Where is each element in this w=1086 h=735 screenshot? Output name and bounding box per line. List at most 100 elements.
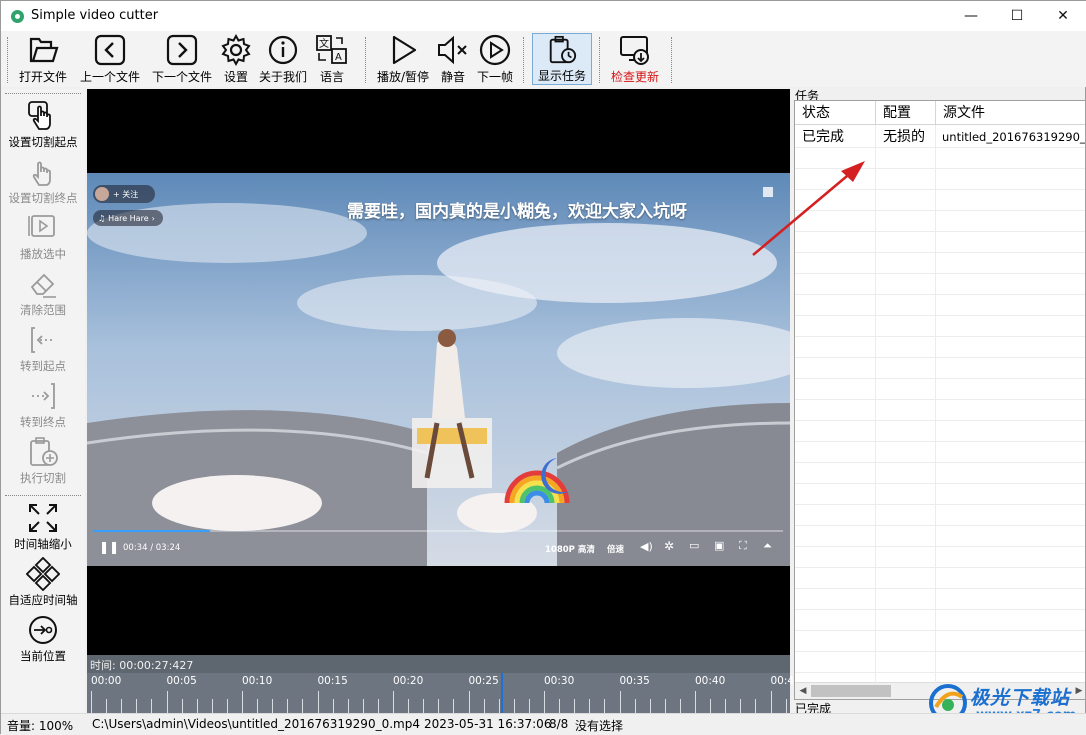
column-header-config[interactable]: 配置: [876, 101, 936, 125]
clear-range-button[interactable]: 清除范围: [1, 267, 85, 323]
toolbar-separator: [523, 37, 524, 83]
timeline-tick: [634, 699, 636, 713]
timeline-tick-label: 00:15: [317, 675, 348, 687]
next-frame-button[interactable]: 下一帧: [475, 33, 515, 85]
minimize-button[interactable]: —: [948, 1, 994, 31]
show-tasks-button[interactable]: 显示任务: [532, 33, 592, 85]
volume-value: 100%: [38, 719, 74, 733]
about-button[interactable]: 关于我们: [257, 33, 309, 85]
file-path: C:\Users\admin\Videos\untitled_201676319…: [92, 717, 420, 731]
embedded-time: 00:34 / 03:24: [123, 543, 181, 553]
timeline-tick: [468, 691, 470, 713]
mute-button[interactable]: 静音: [435, 33, 471, 85]
follow-pill[interactable]: + 关注: [93, 185, 155, 203]
video-subtitle: 需要哇，国内真的是小糊兔，欢迎大家入坑呀: [347, 202, 687, 222]
pause-icon: ❚❚: [99, 540, 120, 554]
timeline-tick: [242, 691, 243, 713]
timeline-tick-label: 00:00: [91, 675, 122, 687]
set-end-button[interactable]: 设置切割终点: [1, 155, 85, 211]
task-status-cell[interactable]: 已完成: [795, 126, 876, 148]
grid-line: [795, 609, 1085, 610]
scroll-left-icon[interactable]: ◀: [795, 683, 811, 699]
timeline-tick: [181, 699, 183, 713]
timeline-zoom-out-button[interactable]: 时间轴缩小: [1, 501, 85, 557]
fit-timeline-button[interactable]: 自适应时间轴: [1, 557, 85, 613]
timeline-tick: [725, 699, 727, 713]
prev-file-label: 上一个文件: [79, 70, 140, 84]
play-pause-button[interactable]: 播放/暂停: [373, 33, 433, 85]
timeline-tick: [544, 691, 545, 713]
quality-label: 1080P 高清: [545, 545, 595, 555]
current-position-button[interactable]: 当前位置: [1, 613, 85, 669]
column-header-status[interactable]: 状态: [795, 101, 876, 125]
timeline-tick-label: 00:35: [619, 675, 650, 687]
settings-button[interactable]: 设置: [218, 33, 254, 85]
timeline-tick-label: 00:20: [393, 675, 424, 687]
timeline-playhead[interactable]: [501, 673, 503, 713]
check-update-button[interactable]: 检查更新: [606, 33, 664, 85]
goto-end-button[interactable]: 转到终点: [1, 379, 85, 435]
next-file-button[interactable]: 下一个文件: [149, 33, 215, 85]
play-icon: [392, 35, 417, 65]
scrollbar-thumb[interactable]: [811, 685, 891, 697]
locate-arrow-icon: [29, 616, 57, 644]
timeline-tick: [91, 691, 92, 713]
check-update-label: 检查更新: [610, 70, 659, 84]
timeline-tick: [664, 699, 666, 713]
task-config-cell[interactable]: 无损的: [876, 126, 936, 148]
time-value: 00:00:27:427: [119, 659, 194, 672]
timeline-tick: [211, 699, 213, 713]
volume-status: 音量: 100%: [7, 717, 73, 734]
timeline-tick: [423, 699, 425, 713]
timeline-ruler[interactable]: 00:00 00:05 00:10 00:15 00:20 00:25 00:30 00:35…: [87, 673, 794, 713]
grid-line: [795, 630, 1085, 631]
execute-cut-button[interactable]: 执行切割: [1, 435, 85, 491]
grid-line: [795, 588, 1085, 589]
timeline-tick: [770, 691, 772, 713]
close-button[interactable]: ✕: [1040, 1, 1086, 31]
maximize-button[interactable]: ☐: [994, 1, 1040, 31]
timeline-tick: [106, 699, 108, 713]
language-label: 语言: [319, 70, 344, 84]
goto-start-label: 转到起点: [20, 359, 66, 373]
grid-line: [795, 273, 1085, 274]
cut-tools-sidebar: 设置切割起点 设置切割终点 播放选中 清除范围 转到起点 转到终点 执行切割 时…: [1, 89, 85, 713]
toolbar-separator: [599, 37, 600, 83]
embedded-player-controls: ❚❚ 00:34 / 03:24 1080P 高清 倍速 ◀) ✲ ▭ ▣ ⛶ …: [87, 528, 790, 566]
timeline-tick: [136, 699, 138, 713]
timeline-tick: [649, 699, 651, 713]
mute-label: 静音: [440, 70, 465, 84]
goto-start-button[interactable]: 转到起点: [1, 323, 85, 379]
grid-line: [795, 378, 1085, 379]
video-preview[interactable]: 需要哇，国内真的是小糊兔，欢迎大家入坑呀 + 关注 ♫ Hare Hare › …: [87, 89, 790, 655]
music-pill[interactable]: ♫ Hare Hare ›: [93, 210, 163, 226]
speed-label: 倍速: [607, 545, 625, 555]
timeline-tick: [302, 699, 304, 713]
grid-line: [795, 357, 1085, 358]
toolbar-grip[interactable]: [7, 37, 10, 83]
timeline-tick: [287, 699, 289, 713]
open-file-label: 打开文件: [18, 70, 67, 84]
timeline[interactable]: 时间: 00:00:27:427 00:00 00:05 00:10 00:15 00:…: [87, 655, 794, 713]
status-bar: 音量: 100% C:\Users\admin\Videos\untitled_…: [1, 713, 1086, 735]
grid-line: [795, 441, 1085, 442]
prev-file-button[interactable]: 上一个文件: [77, 33, 143, 85]
set-start-button[interactable]: 设置切割起点: [1, 99, 85, 155]
video-frame[interactable]: 需要哇，国内真的是小糊兔，欢迎大家入坑呀 + 关注 ♫ Hare Hare › …: [87, 173, 790, 566]
sidebar-separator: [5, 93, 81, 94]
timeline-tick: [317, 691, 319, 713]
language-button[interactable]: 文A 语言: [313, 33, 351, 85]
volume-icon: ◀): [640, 540, 653, 553]
fit-timeline-label: 自适应时间轴: [8, 593, 78, 607]
open-file-button[interactable]: 打开文件: [15, 33, 71, 85]
update-download-icon: [620, 36, 649, 65]
grid-line: [795, 483, 1085, 484]
timeline-tick: [377, 699, 379, 713]
play-selection-button[interactable]: 播放选中: [1, 211, 85, 267]
pip-icon: ▭: [689, 539, 700, 552]
timeline-tick: [589, 699, 591, 713]
widescreen-icon: ▣: [714, 539, 725, 552]
file-count: 8/8: [549, 717, 569, 731]
task-source-cell[interactable]: untitled_201676319290_0: [936, 126, 1085, 148]
column-header-source[interactable]: 源文件: [936, 101, 1085, 125]
